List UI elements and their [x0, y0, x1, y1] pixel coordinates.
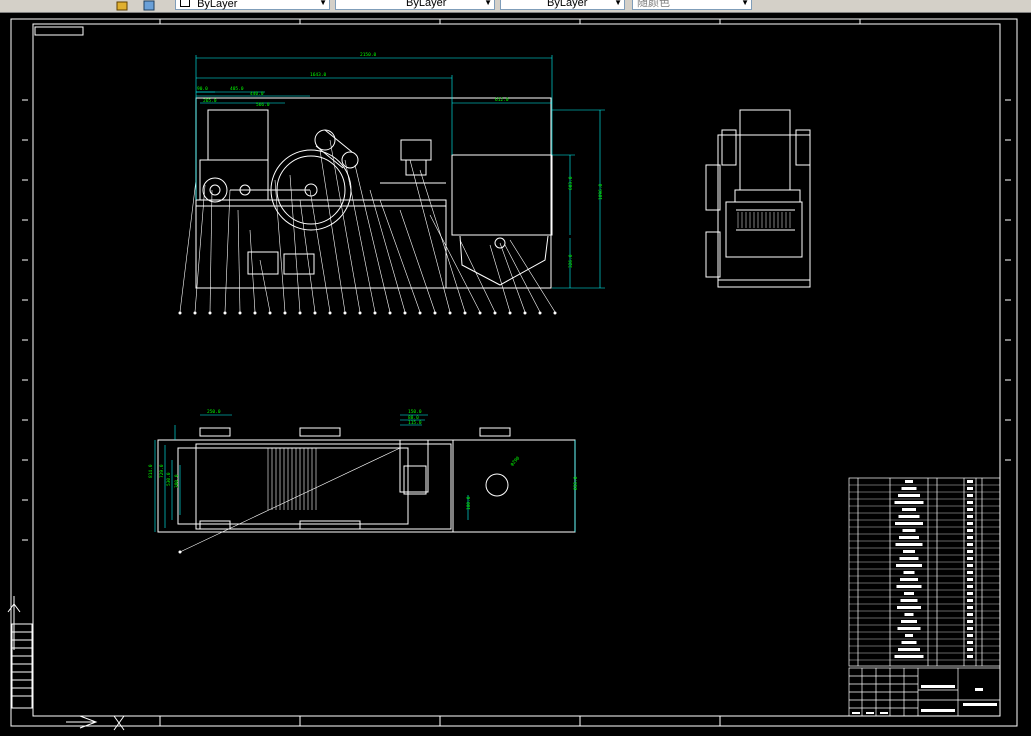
parts-entry-mark [905, 480, 913, 483]
parts-qty-mark [967, 564, 973, 567]
color-dropdown[interactable]: ByLayer ▼ [175, 0, 330, 10]
drawing-canvas[interactable]: 2150.0 1643.0 612.0 90.0 405.0 440.0 265… [0, 13, 1031, 736]
chevron-down-icon: ▼ [614, 0, 622, 7]
parts-qty-mark [967, 487, 973, 490]
lineweight-dropdown[interactable]: ByLayer ▼ [500, 0, 625, 10]
parts-qty-mark [967, 536, 973, 539]
parts-qty-mark [967, 585, 973, 588]
parts-entry-mark [896, 585, 922, 588]
dim-top-mid: 180.0 [466, 496, 472, 510]
parts-qty-mark [967, 606, 973, 609]
parts-qty-mark [967, 480, 973, 483]
parts-entry-mark [898, 515, 920, 518]
parts-entry-mark [895, 522, 923, 525]
parts-qty-mark [967, 501, 973, 504]
parts-qty-mark [967, 620, 973, 623]
parts-qty-mark [967, 515, 973, 518]
parts-entry-mark [902, 529, 916, 532]
parts-entry-mark [903, 550, 915, 553]
parts-qty-mark [967, 578, 973, 581]
parts-entry-mark [900, 578, 918, 581]
dim-top-small-a: 150.0 [408, 409, 422, 415]
dim-top-left-a: 814.0 [148, 464, 154, 478]
plotstyle-value: 随颜色 [637, 0, 670, 9]
parts-entry-mark [900, 599, 918, 602]
color-value: ByLayer [197, 0, 238, 10]
parts-qty-mark [967, 648, 973, 651]
parts-entry-mark [904, 592, 914, 595]
dim-top-small-c: 115.0 [408, 420, 422, 426]
parts-qty-mark [967, 592, 973, 595]
dim-overall-height: 1096.0 [598, 183, 604, 200]
dim-overall-width: 2150.0 [360, 52, 377, 58]
chevron-down-icon: ▼ [484, 0, 492, 7]
parts-entry-mark [901, 487, 917, 490]
parts-entry-mark [905, 634, 913, 637]
dim-top-left-b: 729.0 [159, 464, 165, 478]
parts-qty-mark [967, 557, 973, 560]
parts-qty-mark [967, 641, 973, 644]
parts-entry-mark [899, 557, 919, 560]
parts-qty-mark [967, 508, 973, 511]
parts-entry-mark [901, 641, 917, 644]
parts-qty-mark [967, 627, 973, 630]
parts-qty-mark [967, 599, 973, 602]
parts-entry-mark [894, 655, 924, 658]
properties-toolbar: ByLayer ▼ ByLayer ▼ ByLayer ▼ 随颜色 ▼ [0, 0, 1031, 13]
parts-qty-mark [967, 529, 973, 532]
parts-entry-mark [897, 606, 921, 609]
dim-height-upper: 603.0 [568, 176, 574, 190]
parts-qty-mark [967, 571, 973, 574]
parts-qty-mark [967, 494, 973, 497]
chevron-down-icon: ▼ [319, 0, 327, 7]
dim-height-lower: 326.0 [568, 254, 574, 268]
plotstyle-dropdown[interactable]: 随颜色 ▼ [632, 0, 752, 10]
dim-top-left-c: 530.0 [166, 472, 172, 486]
parts-entry-mark [895, 543, 923, 546]
parts-qty-mark [967, 522, 973, 525]
linetype-value: ByLayer [406, 0, 447, 9]
dim-a: 90.0 [197, 86, 208, 92]
parts-entry-mark [903, 571, 915, 574]
parts-entry-mark [896, 564, 922, 567]
parts-entry-mark [902, 508, 916, 511]
dim-top-left-d: 380.0 [174, 474, 180, 488]
layer-manager-icon[interactable] [116, 0, 130, 11]
parts-entry-mark [898, 648, 920, 651]
chevron-down-icon: ▼ [741, 0, 749, 7]
dim-d: 265.0 [203, 98, 217, 104]
parts-entry-mark [897, 627, 921, 630]
parts-entry-mark [901, 620, 917, 623]
parts-qty-mark [967, 613, 973, 616]
linetype-dropdown[interactable]: ByLayer ▼ [335, 0, 495, 10]
color-swatch-icon [180, 0, 190, 7]
parts-entry-mark [894, 501, 924, 504]
lineweight-value: ByLayer [547, 0, 588, 9]
dim-frame-width: 1643.0 [310, 72, 327, 78]
dim-top-right: 835.0 [573, 476, 579, 490]
parts-qty-mark [967, 634, 973, 637]
parts-entry-mark [898, 494, 920, 497]
dim-right-unit: 612.0 [495, 97, 509, 103]
parts-entry-mark [904, 613, 914, 616]
dim-e: 566.0 [256, 102, 270, 108]
parts-qty-mark [967, 655, 973, 658]
dim-b: 405.0 [230, 86, 244, 92]
dim-top-width: 250.0 [207, 409, 221, 415]
dim-c: 440.0 [250, 91, 264, 97]
layer-states-icon[interactable] [142, 0, 156, 11]
parts-entry-mark [899, 536, 919, 539]
parts-qty-mark [967, 550, 973, 553]
top-view-balloon [178, 550, 182, 554]
parts-qty-mark [967, 543, 973, 546]
